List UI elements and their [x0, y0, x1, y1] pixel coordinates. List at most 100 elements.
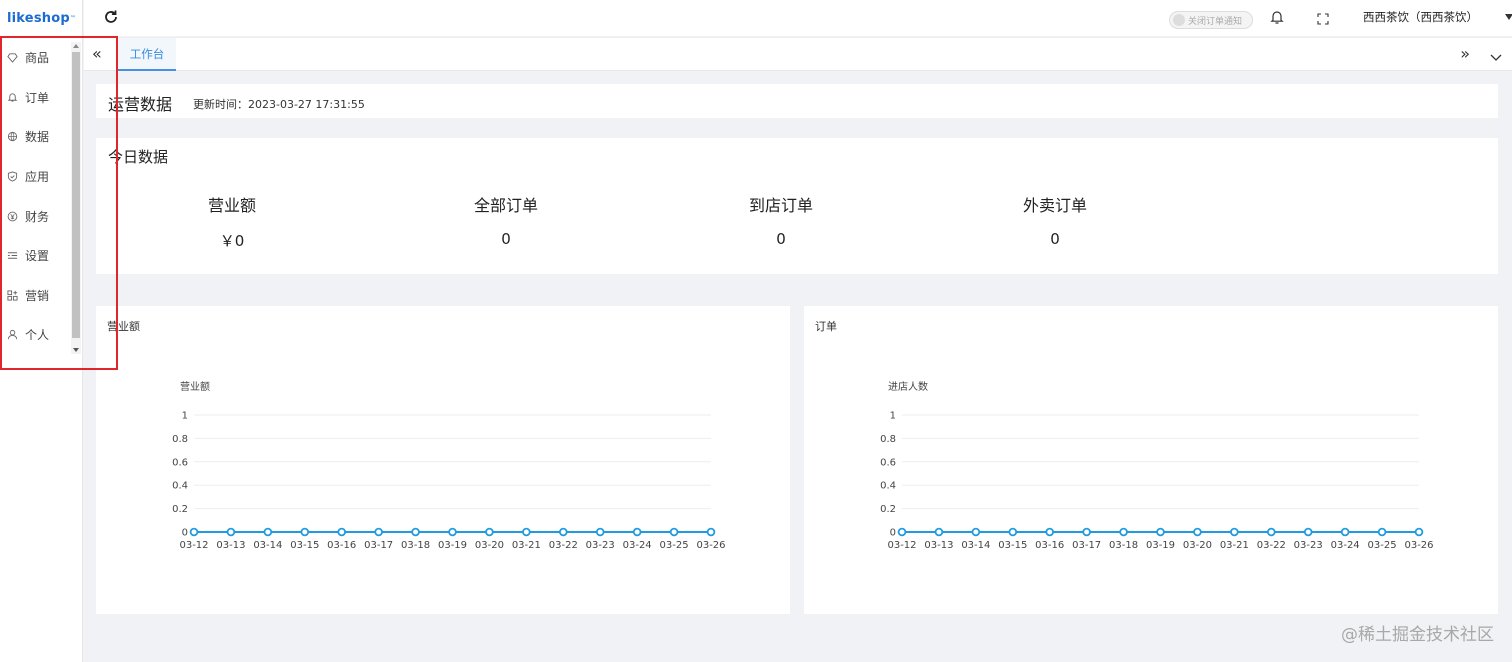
stat-label: 全部订单: [473, 196, 538, 215]
sidebar-menu: 商品 订单 数据 应用 财务 设置 营销 个人: [0, 38, 82, 354]
x-tick-label: 03-23: [586, 540, 615, 551]
data-point: [448, 527, 457, 537]
sidebar-item-marketing[interactable]: 营销: [0, 276, 82, 316]
data-point: [558, 527, 568, 537]
data-point: [1377, 527, 1387, 537]
x-tick-label: 03-18: [401, 540, 430, 551]
shield-icon: [6, 171, 18, 183]
scroll-down-arrow-icon[interactable]: [73, 348, 79, 352]
x-tick-label: 03-14: [253, 540, 282, 551]
data-point: [1193, 527, 1202, 537]
today-data-title: 今日数据: [108, 148, 169, 166]
y-tick-label: 1: [182, 411, 188, 422]
x-tick-label: 03-21: [1220, 540, 1249, 551]
data-point: [595, 527, 605, 537]
data-point: [374, 527, 383, 537]
x-tick-label: 03-20: [1183, 540, 1212, 551]
sidebar-item-finance[interactable]: 财务: [0, 196, 82, 236]
stat-value: 0: [1050, 230, 1060, 248]
yen-icon: [6, 210, 18, 222]
grid-icon: [6, 289, 18, 301]
stat-instore-orders: 到店订单 0: [701, 192, 861, 248]
sidebar-item-label: 营销: [25, 288, 50, 303]
sidebar-item-label: 设置: [25, 249, 50, 264]
tab-scroll-right-icon[interactable]: »: [1460, 46, 1470, 62]
sidebar-item-apps[interactable]: 应用: [0, 157, 82, 197]
x-tick-label: 03-18: [1109, 540, 1138, 551]
sidebar-item-label: 订单: [25, 90, 50, 105]
x-tick-label: 03-21: [512, 540, 541, 551]
x-tick-label: 03-24: [623, 540, 652, 551]
sidebar-item-personal[interactable]: 个人: [0, 315, 82, 355]
x-tick-label: 03-19: [1146, 540, 1175, 551]
scrollbar-thumb[interactable]: [72, 52, 80, 338]
sidebar-item-data[interactable]: 数据: [0, 117, 82, 157]
x-tick-label: 03-15: [998, 540, 1027, 551]
stat-value: ￥0: [219, 232, 245, 250]
data-point: [1266, 527, 1276, 537]
caret-down-icon[interactable]: [1505, 14, 1512, 20]
sidebar-item-settings[interactable]: 设置: [0, 236, 82, 276]
sidebar-item-goods[interactable]: 商品: [0, 38, 82, 78]
y-tick-label: 0.2: [880, 504, 896, 515]
x-tick-label: 03-24: [1331, 540, 1360, 551]
refresh-icon[interactable]: [102, 8, 120, 26]
watermark: @稀土掘金技术社区: [1341, 625, 1494, 645]
data-point: [522, 527, 531, 537]
data-point: [1340, 527, 1350, 537]
y-tick-label: 0.4: [880, 481, 896, 492]
sidebar-scrollbar[interactable]: [71, 42, 81, 354]
x-tick-label: 03-25: [660, 540, 689, 551]
data-point: [897, 527, 907, 537]
data-point: [706, 527, 716, 537]
x-tick-label: 03-26: [1404, 540, 1433, 551]
y-tick-label: 0.8: [880, 434, 896, 445]
chevron-down-icon[interactable]: [1490, 48, 1502, 61]
bell-icon: [6, 91, 18, 103]
toggle-knob: [1173, 14, 1185, 26]
logo-text: likeshop: [7, 10, 70, 26]
scroll-up-arrow-icon[interactable]: [73, 44, 79, 48]
x-tick-label: 03-22: [1257, 540, 1286, 551]
x-tick-label: 03-26: [696, 540, 725, 551]
x-tick-label: 03-13: [216, 540, 245, 551]
data-point: [1119, 527, 1128, 537]
x-tick-label: 03-20: [475, 540, 504, 551]
data-point: [263, 527, 273, 537]
stat-value: 0: [501, 230, 511, 248]
data-point: [300, 527, 310, 537]
x-tick-label: 03-12: [179, 540, 208, 551]
store-selector[interactable]: 西西茶饮（西西茶饮）: [1363, 9, 1478, 25]
data-point: [1082, 527, 1091, 537]
collapse-sidebar-icon[interactable]: «: [92, 46, 102, 62]
x-tick-label: 03-14: [961, 540, 990, 551]
x-tick-label: 03-15: [290, 540, 319, 551]
revenue-chart-card: 营业额 营业额 0 0.2 0.4 0.6 0.8 1 03-12 03-13 03-14 03-1…: [96, 306, 790, 614]
fullscreen-icon[interactable]: [1317, 10, 1329, 25]
logo[interactable]: likeshop ™: [0, 0, 82, 36]
data-point: [485, 527, 494, 537]
x-tick-label: 03-17: [364, 540, 393, 551]
logo-trademark: ™: [69, 14, 76, 22]
sidebar-item-orders[interactable]: 订单: [0, 78, 82, 118]
order-notify-toggle[interactable]: 关闭订单通知: [1169, 11, 1253, 29]
today-data-card: 今日数据 营业额 ￥0 全部订单 0 到店订单 0 外卖订单 0: [96, 138, 1498, 274]
y-tick-label: 0.6: [172, 457, 188, 468]
list-icon: [6, 250, 18, 262]
stat-value: 0: [776, 230, 786, 248]
x-tick-label: 03-16: [1035, 540, 1064, 551]
revenue-line-chart: 营业额 0 0.2 0.4 0.6 0.8 1 03-12 03-13 03-14 03-15 03-…: [172, 380, 725, 551]
order-notify-label: 关闭订单通知: [1188, 16, 1243, 27]
x-tick-label: 03-22: [549, 540, 578, 551]
data-point: [934, 527, 944, 537]
data-point: [1156, 527, 1165, 537]
tab-workbench[interactable]: 工作台: [118, 38, 176, 71]
y-tick-label: 0.6: [880, 457, 896, 468]
notification-bell-icon[interactable]: [1270, 9, 1284, 25]
y-tick-label: 0.2: [172, 504, 188, 515]
sidebar-item-label: 数据: [25, 130, 50, 145]
data-point: [1230, 527, 1239, 537]
data-point: [632, 527, 642, 537]
page-title: 运营数据: [108, 95, 173, 114]
stat-label: 外卖订单: [1022, 196, 1087, 215]
